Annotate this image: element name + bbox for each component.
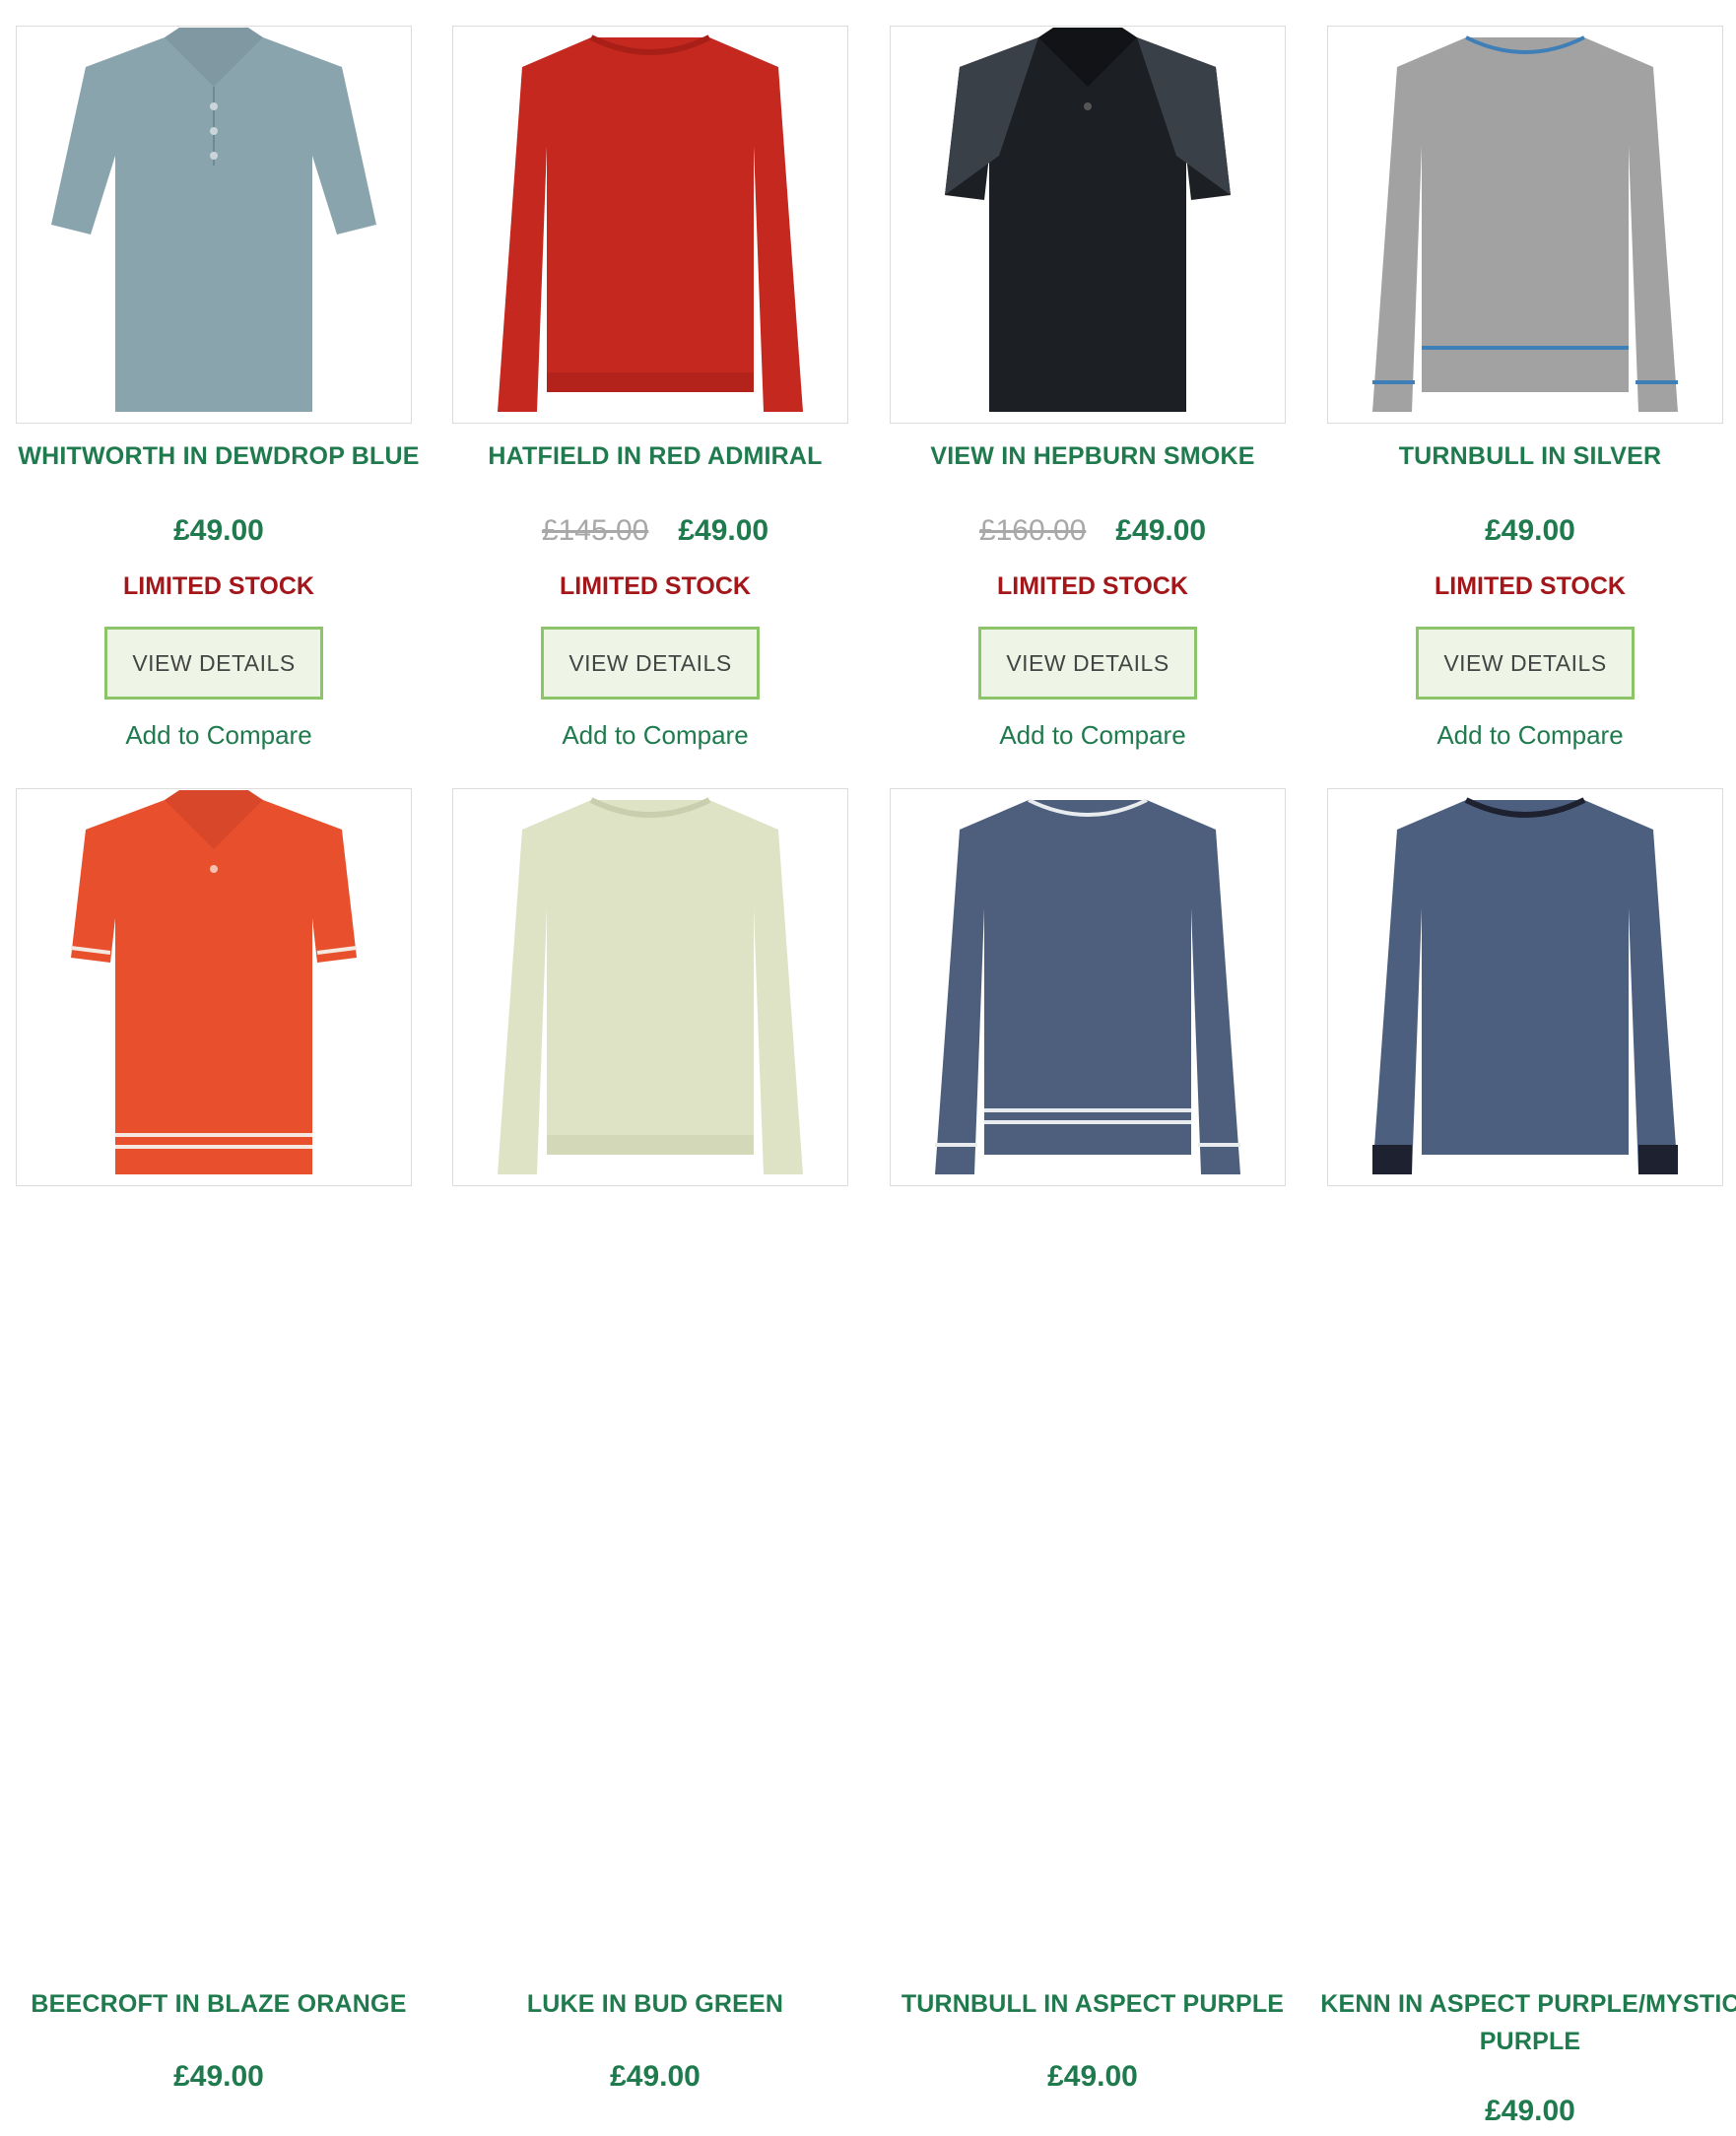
sale-price: £49.00	[1485, 514, 1575, 547]
price-block: £49.00	[1311, 506, 1736, 556]
sale-price: £49.00	[173, 2060, 264, 2093]
product-image[interactable]	[452, 788, 848, 1186]
product-image[interactable]	[1327, 788, 1723, 1186]
sweater-icon	[1372, 797, 1678, 1174]
view-details-button[interactable]: VIEW DETAILS	[978, 627, 1197, 700]
polo-shirt-icon	[70, 790, 358, 1174]
price-block: £49.00	[874, 2052, 1311, 2102]
price-block: £160.00 £49.00	[874, 506, 1311, 556]
stock-status: LIMITED STOCK	[997, 572, 1188, 600]
add-to-compare-link[interactable]: Add to Compare	[1311, 715, 1736, 755]
view-details-button[interactable]: VIEW DETAILS	[104, 627, 323, 700]
product-image[interactable]	[1327, 26, 1723, 424]
product-image[interactable]	[16, 26, 412, 424]
stock-status: LIMITED STOCK	[560, 572, 751, 600]
price-block: £49.00	[0, 2052, 437, 2102]
sale-price: £49.00	[1047, 2060, 1138, 2093]
add-to-compare-link[interactable]: Add to Compare	[874, 715, 1311, 755]
add-to-compare-link[interactable]: Add to Compare	[0, 715, 437, 755]
product-name[interactable]: VIEW IN HEPBURN SMOKE	[874, 437, 1311, 475]
product-name[interactable]: TURNBULL IN ASPECT PURPLE	[874, 1985, 1311, 2023]
product-name[interactable]: HATFIELD IN RED ADMIRAL	[436, 437, 874, 475]
original-price: £160.00	[978, 514, 1087, 547]
sweater-icon	[935, 798, 1240, 1174]
price-block: £49.00	[1311, 2087, 1736, 2136]
sale-price: £49.00	[1115, 514, 1207, 547]
product-image[interactable]	[890, 26, 1286, 424]
product-name[interactable]: TURNBULL IN SILVER	[1311, 437, 1736, 475]
sale-price: £49.00	[1485, 2095, 1575, 2127]
sale-price: £49.00	[610, 2060, 701, 2093]
add-to-compare-link[interactable]: Add to Compare	[436, 715, 874, 755]
sweater-icon	[498, 797, 803, 1174]
sweater-icon	[1372, 35, 1678, 412]
product-name[interactable]: BEECROFT IN BLAZE ORANGE	[0, 1985, 437, 2023]
view-details-button[interactable]: VIEW DETAILS	[541, 627, 760, 700]
view-details-button[interactable]: VIEW DETAILS	[1416, 627, 1635, 700]
price-block: £145.00 £49.00	[436, 506, 874, 556]
price-block: £49.00	[0, 506, 437, 556]
product-name[interactable]: LUKE IN BUD GREEN	[436, 1985, 874, 2023]
product-image[interactable]	[16, 788, 412, 1186]
product-name[interactable]: KENN IN ASPECT PURPLE/MYSTIC PURPLE	[1311, 1985, 1736, 2060]
product-name[interactable]: WHITWORTH IN DEWDROP BLUE	[0, 437, 437, 475]
price-block: £49.00	[436, 2052, 874, 2102]
original-price: £145.00	[541, 514, 649, 547]
product-image[interactable]	[452, 26, 848, 424]
sale-price: £49.00	[173, 514, 264, 547]
polo-shirt-icon	[51, 28, 376, 412]
sale-price: £49.00	[678, 514, 769, 547]
sweater-icon	[498, 34, 803, 412]
product-image[interactable]	[890, 788, 1286, 1186]
stock-status: LIMITED STOCK	[1435, 572, 1626, 600]
stock-status: LIMITED STOCK	[123, 572, 314, 600]
polo-shirt-icon	[945, 28, 1231, 412]
